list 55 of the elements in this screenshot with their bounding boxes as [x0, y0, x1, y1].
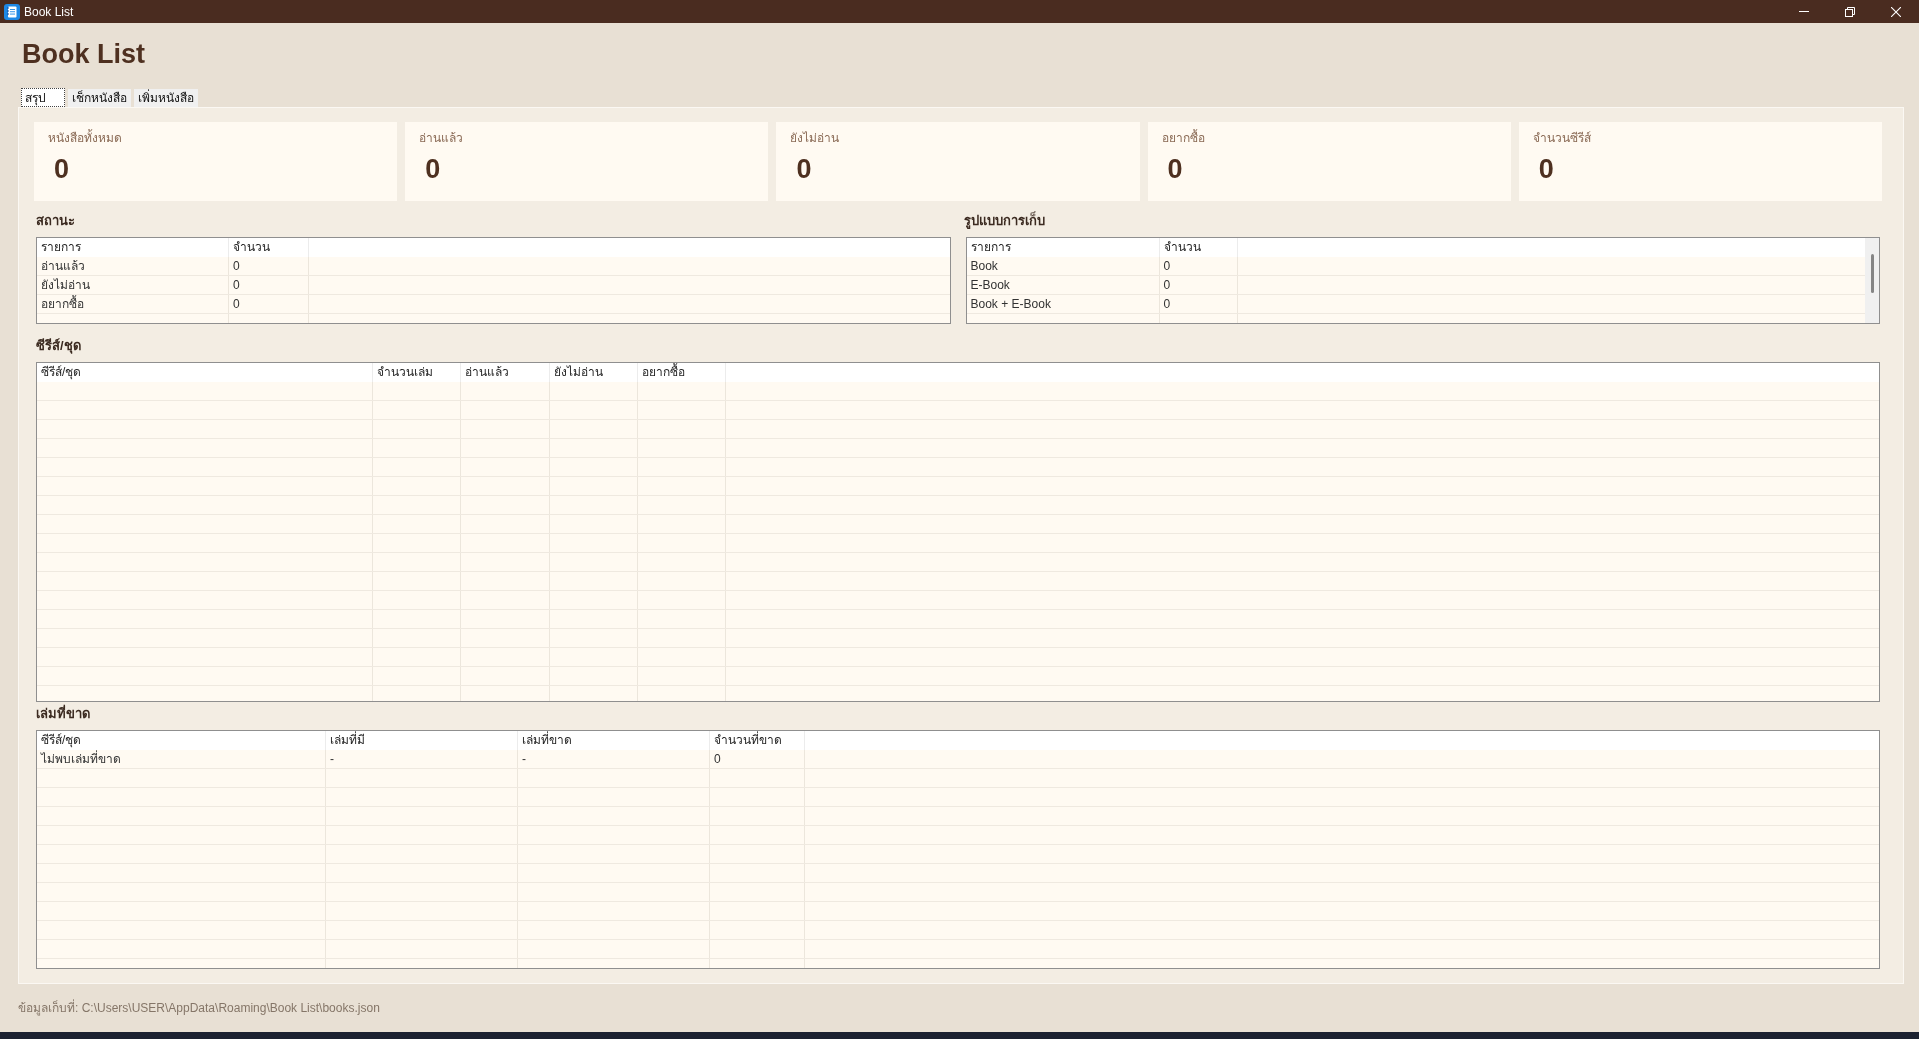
- column-header[interactable]: รายการ: [37, 238, 229, 257]
- table-cell: อ่านแล้ว: [37, 257, 229, 275]
- stat-label: อยากซื้อ: [1161, 130, 1205, 146]
- status-bar-text: ข้อมูลเก็บที่: C:\Users\USER\AppData\Roaming\Book List\books.json: [18, 1000, 380, 1016]
- column-header[interactable]: เล่มที่มี: [326, 731, 518, 750]
- stat-label: หนังสือทั้งหมด: [48, 130, 122, 146]
- stat-value: 0: [1167, 153, 1183, 185]
- section-title: เล่มที่ขาด: [36, 706, 90, 722]
- stat-label: ยังไม่อ่าน: [790, 130, 840, 146]
- notebook-app-icon: [4, 3, 20, 20]
- stat-value: 0: [1538, 153, 1554, 185]
- tab[interactable]: เช็กหนังสือ: [68, 89, 131, 107]
- column-header[interactable]: จำนวนที่ขาด: [710, 731, 805, 750]
- stat-value: 0: [796, 153, 812, 185]
- close-icon: [1891, 6, 1901, 17]
- column-header[interactable]: รายการ: [966, 238, 1160, 257]
- table-cell: 0: [1159, 276, 1238, 294]
- table-cell: 0: [1159, 295, 1238, 313]
- scrollbar-thumb[interactable]: [1870, 254, 1874, 293]
- window-title: Book List: [24, 3, 74, 20]
- column-header[interactable]: จำนวน: [1159, 238, 1238, 257]
- column-header[interactable]: ซีรีส์/ชุด: [37, 363, 373, 382]
- table-cell: 0: [229, 295, 309, 313]
- tab[interactable]: สรุป: [21, 88, 65, 107]
- page-title: Book List: [22, 38, 145, 71]
- table-cell: ไม่พบเล่มที่ขาด: [37, 750, 326, 768]
- table-cell: E-Book: [966, 276, 1160, 294]
- column-header[interactable]: จำนวนเล่ม: [373, 363, 461, 382]
- table-cell: -: [518, 750, 710, 768]
- table-cell: อยากซื้อ: [37, 295, 229, 313]
- column-header[interactable]: ซีรีส์/ชุด: [37, 731, 326, 750]
- table-cell: ยังไม่อ่าน: [37, 276, 229, 294]
- table-cell: 0: [1159, 257, 1238, 275]
- table-cell: 0: [229, 257, 309, 275]
- section-title: ซีรีส์/ชุด: [36, 338, 81, 354]
- table-cell: Book + E-Book: [966, 295, 1160, 313]
- stat-value: 0: [425, 153, 441, 185]
- stat-label: อ่านแล้ว: [419, 130, 464, 146]
- stat-value: 0: [54, 153, 70, 185]
- section-title: รูปแบบการเก็บ: [963, 213, 1045, 229]
- table-cell: -: [326, 750, 518, 768]
- column-header[interactable]: ยังไม่อ่าน: [550, 363, 638, 382]
- table-cell: 0: [229, 276, 309, 294]
- minimize-icon: [1799, 11, 1809, 12]
- scrollbar-track[interactable]: [1865, 238, 1879, 323]
- tab[interactable]: เพิ่มหนังสือ: [134, 89, 198, 107]
- table-cell: 0: [710, 750, 805, 768]
- column-header[interactable]: อ่านแล้ว: [461, 363, 550, 382]
- stat-label: จำนวนซีรีส์: [1532, 130, 1591, 146]
- restore-icon: [1845, 6, 1855, 17]
- section-title: สถานะ: [36, 213, 75, 229]
- column-header[interactable]: จำนวน: [229, 238, 309, 257]
- column-header[interactable]: เล่มที่ขาด: [518, 731, 710, 750]
- table-cell: Book: [966, 257, 1160, 275]
- column-header[interactable]: อยากซื้อ: [638, 363, 726, 382]
